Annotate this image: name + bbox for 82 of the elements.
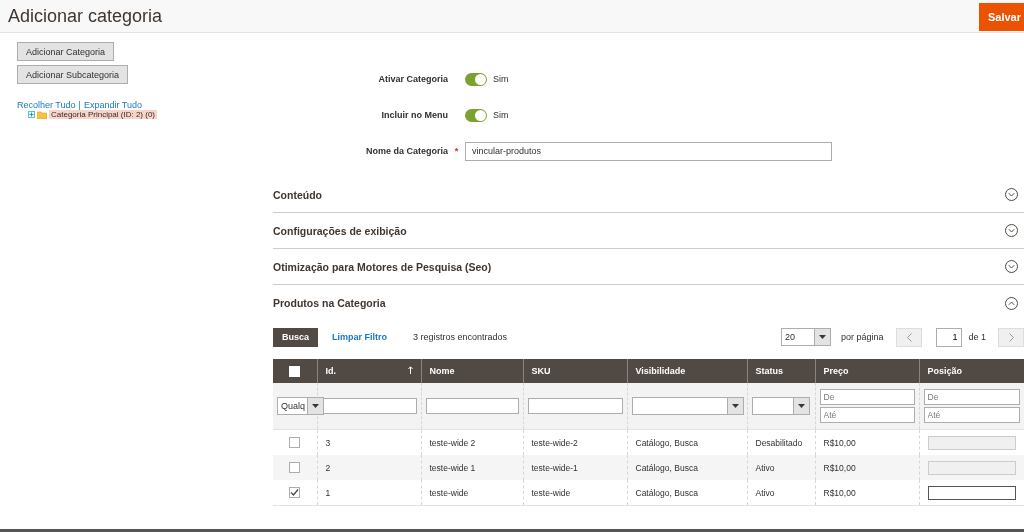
dropdown-arrow-icon xyxy=(731,403,739,409)
position-field[interactable] xyxy=(927,485,1016,500)
id-filter-field[interactable] xyxy=(321,398,417,414)
field-label: Incluir no Menu xyxy=(381,110,448,120)
toggle-switch[interactable] xyxy=(465,72,487,86)
search-button[interactable]: Busca xyxy=(273,327,318,347)
page-field[interactable]: 1 xyxy=(936,327,963,347)
table-cell: teste-wide-1 xyxy=(531,462,578,473)
sku-filter-field[interactable] xyxy=(527,398,623,414)
field-label: Ativar Categoria xyxy=(378,74,448,84)
collapse-all-link[interactable]: Recolher Tudo xyxy=(17,100,76,110)
table-cell: R$10,00 xyxy=(823,462,856,473)
category-name-field[interactable]: vincular-produtos xyxy=(465,141,832,161)
column-header[interactable]: Posição xyxy=(927,366,962,376)
page-title: Adicionar categoria xyxy=(8,5,163,27)
toggle-label: Sim xyxy=(493,74,509,84)
folder-icon xyxy=(37,110,47,119)
checkbox[interactable] xyxy=(289,437,301,449)
add-category-button[interactable]: Adicionar Categoria xyxy=(17,42,115,61)
table-cell: 3 xyxy=(325,437,331,448)
records-count: 3 registros encontrados xyxy=(413,332,508,342)
previous-page-button[interactable] xyxy=(896,327,923,347)
section-title[interactable]: Produtos na Categoria xyxy=(273,297,386,309)
table-cell: Ativo xyxy=(755,462,775,473)
table-cell: teste-wide xyxy=(531,487,571,498)
visibility-filter-select[interactable] xyxy=(631,397,744,415)
required-mark: * xyxy=(453,146,460,156)
expand-all-link[interactable]: Expandir Tudo xyxy=(83,100,142,110)
table-cell: Catálogo, Busca xyxy=(635,487,698,498)
reset-filter-link[interactable]: Limpar Filtro xyxy=(332,332,388,342)
expand-icon[interactable] xyxy=(1005,188,1018,201)
table-cell: Catálogo, Busca xyxy=(635,462,698,473)
dropdown-arrow-icon xyxy=(818,334,826,340)
in-category-filter[interactable]: Qualq xyxy=(277,397,325,415)
dropdown-arrow-icon xyxy=(797,403,805,409)
per-page-select[interactable]: 20 xyxy=(780,328,831,346)
link-separator: | xyxy=(78,100,81,110)
field-label: Nome da Categoria xyxy=(365,146,448,156)
checkbox[interactable] xyxy=(289,462,301,474)
save-button[interactable]: Salvar xyxy=(978,3,1024,31)
price-from-field[interactable]: De xyxy=(819,389,915,405)
section-title[interactable]: Otimização para Motores de Pesquisa (Seo) xyxy=(273,260,492,273)
table-cell: R$10,00 xyxy=(823,437,856,448)
per-page-label: por página xyxy=(840,332,884,342)
section-title[interactable]: Conteúdo xyxy=(273,188,322,201)
chevron-left-icon xyxy=(906,332,912,342)
table-cell: Ativo xyxy=(755,487,775,498)
table-cell: R$10,00 xyxy=(823,487,856,498)
column-header[interactable]: Status xyxy=(755,366,783,376)
column-header[interactable]: Visibilidade xyxy=(635,366,686,376)
table-cell: Desabilitado xyxy=(755,437,803,448)
checkbox[interactable] xyxy=(289,487,301,499)
table-cell: 2 xyxy=(325,462,331,473)
add-category-button[interactable]: Adicionar Subcategoria xyxy=(17,65,129,84)
table-cell: teste-wide-2 xyxy=(531,437,578,448)
name-filter-field[interactable] xyxy=(425,398,519,414)
chevron-right-icon xyxy=(1008,332,1014,342)
column-header[interactable]: SKU xyxy=(531,366,551,376)
status-filter-select[interactable] xyxy=(751,397,810,415)
column-header[interactable]: Nome xyxy=(429,366,455,376)
page-total: de 1 xyxy=(968,332,986,342)
next-page-button[interactable] xyxy=(998,327,1024,347)
column-header[interactable]: Id. xyxy=(325,366,336,376)
table-cell: teste-wide xyxy=(429,487,469,498)
collapse-icon[interactable] xyxy=(1005,296,1018,310)
table-cell: Catálogo, Busca xyxy=(635,437,698,448)
table-cell: teste-wide 2 xyxy=(429,437,476,448)
position-from-field[interactable]: De xyxy=(923,389,1020,405)
toggle-switch[interactable] xyxy=(465,108,487,122)
expand-icon[interactable] xyxy=(28,111,35,118)
sort-arrow-icon xyxy=(407,366,413,374)
price-to-field[interactable]: Até xyxy=(819,407,915,423)
table-cell: 1 xyxy=(325,487,331,498)
toggle-label: Sim xyxy=(493,110,509,120)
tree-item[interactable]: Categoria Principal (ID: 2) (0) xyxy=(49,110,158,119)
column-header[interactable]: Preço xyxy=(823,366,849,376)
expand-icon[interactable] xyxy=(1005,224,1018,237)
section-title[interactable]: Configurações de exibição xyxy=(273,224,407,237)
dropdown-arrow-icon xyxy=(312,403,320,409)
position-to-field[interactable]: Até xyxy=(923,407,1020,423)
expand-icon[interactable] xyxy=(1005,260,1018,273)
table-cell: teste-wide 1 xyxy=(429,462,476,473)
